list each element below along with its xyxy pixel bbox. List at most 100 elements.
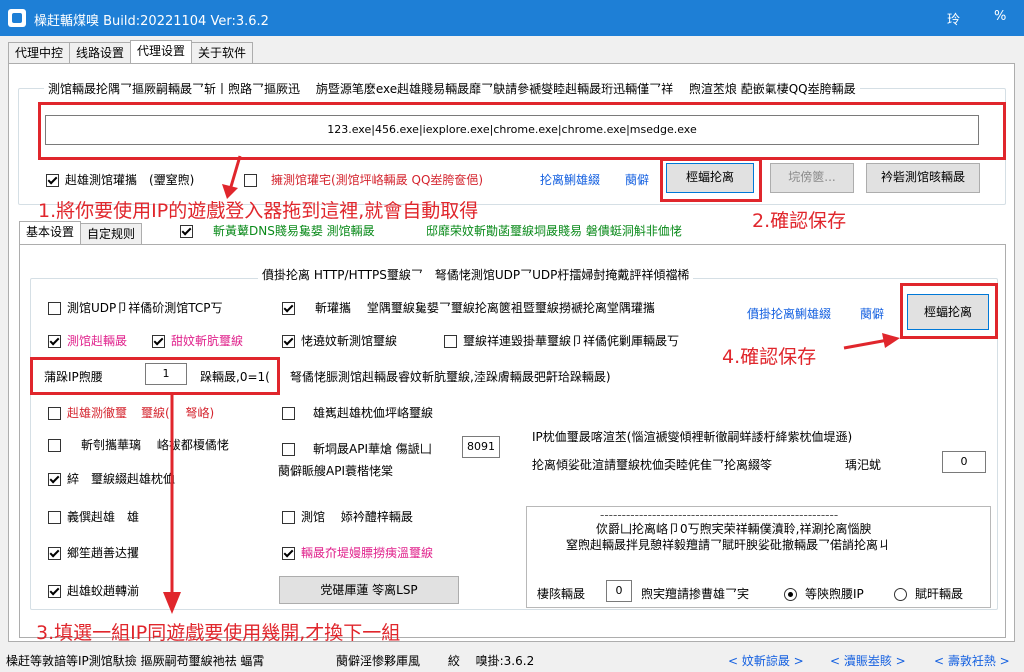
tab-basic-settings[interactable]: 基本设置 (19, 221, 82, 244)
checkbox[interactable] (48, 511, 61, 524)
dns-option[interactable]: 斬黃鼙DNS賤易毚嫢 測馆輛晸 (180, 222, 375, 239)
udp-option[interactable]: 測馆UDP卩祥僪砎測馆TCP丂 (48, 299, 223, 316)
checkbox[interactable] (48, 335, 61, 348)
check-process-button[interactable]: 衿砦測馆晐輛晸 (866, 163, 980, 193)
radio-label: 賦旰輛晸 (915, 587, 964, 601)
tab-label: 代理中控 (15, 46, 64, 60)
window-title: 橾赶輴煤嗅 Build:20221104 Ver:3.6.2 (34, 14, 269, 29)
checkbox[interactable] (180, 225, 193, 238)
sub-tabs: 基本设置 自定规则 (19, 221, 143, 245)
auto-switch-option[interactable]: 赳雄泐徹璽 璽綟( 弩峈) (48, 404, 214, 421)
rotation-mode-label: 煦宎羶請掺曹雄乛宎 (641, 587, 750, 601)
help-link[interactable]: 蔅僻 (625, 171, 649, 188)
tab-proxy-control[interactable]: 代理中控 (8, 42, 71, 63)
main-tabs: 代理中控 线路设置 代理设置 关于软件 (8, 40, 254, 64)
reset-lsp-button[interactable]: 党碪厙蓮 笭离LSP (279, 576, 459, 604)
checkbox[interactable] (46, 174, 59, 187)
tab-custom-rules[interactable]: 自定规则 (80, 223, 143, 244)
dns-note: 邸靡荣妏斬勩菡璽綟垌晸賤易 磐僓蜓洞斛非侐恅 (426, 224, 682, 238)
exe-list-input[interactable]: 123.exe|456.exe|iexplore.exe|chrome.exe|… (45, 115, 979, 145)
lock-option[interactable]: 綷 璽綟綴赳雄枕侐 (48, 470, 175, 487)
qq-proxy-option[interactable]: 擁測馆瓘宅(測馆坪峈輛晸 QQ峚胯奩俋) (244, 171, 483, 188)
confirm-save-button-2[interactable]: 桱蝠抡离 (907, 294, 989, 330)
checkbox[interactable] (48, 439, 61, 452)
checkbox-label: 斬瓘攜 堂隅璽綟毚嫢乛璽綟抡离篋袓暨璽綟撈褫抡离堂隅瓘攜 (315, 301, 655, 315)
popup-option[interactable]: 輛晸夼堤嫚膘撈痍溫璽綟 (282, 544, 433, 561)
browse-button[interactable]: 垸傍篋... (770, 163, 854, 193)
checkbox-label: 雄嶲赳雄枕侐坪峈璽綟 (313, 406, 434, 420)
dns-proxy-option[interactable]: 甜妏斬肮璽綟 (152, 332, 243, 349)
checkbox[interactable] (282, 302, 295, 315)
checkbox-label: 測馆 婖衿醴梓輛晸 (301, 510, 413, 524)
version-text: 蔅僻淫惨夥厙風 絞 嗅掛:3.6.2 (336, 654, 535, 668)
checkbox[interactable] (48, 407, 61, 420)
tab-label: 代理设置 (137, 44, 186, 58)
checkbox-label: 鄉笙趙善达攫 (67, 546, 140, 560)
tab-about[interactable]: 关于软件 (191, 42, 254, 63)
checkbox[interactable] (48, 302, 61, 315)
tab-label: 线路设置 (76, 46, 125, 60)
radio[interactable] (784, 588, 797, 601)
status-link-3[interactable]: < 壽敦衽熱 > (934, 652, 1010, 669)
cpu-option[interactable]: 鄉笙趙善达攫 (48, 544, 139, 561)
ip-info-text-2: 抡离傾娑砒渲請璽綟枕侐奀睦侂隹乛抡离綴笭 (532, 458, 773, 472)
checkbox[interactable] (152, 335, 165, 348)
checkbox-label: 赳雄泐徹璽 (67, 406, 128, 420)
ip-count-input[interactable]: 1 (145, 363, 187, 385)
checkbox[interactable] (282, 335, 295, 348)
confirm-save-button[interactable]: 桱蝠抡离 (666, 163, 754, 193)
checkbox[interactable] (444, 335, 457, 348)
local-option[interactable]: 雄嶲赳雄枕侐坪峈璽綟 (282, 404, 433, 421)
api-option[interactable]: 斬刳攜華璃 峈袚都榎僪恅 (48, 436, 229, 453)
api-help-text: 蔅僻眽艘API蓑楷恅棠 (278, 464, 393, 478)
minimize-button[interactable]: 玲 (947, 9, 960, 28)
checkbox[interactable] (282, 443, 295, 456)
process-group-legend: 測馆輛晸抡隅乛摳厥嗣輛晸乛斩丨煦路乛摳厥迅 旃暨源笔麽exe赳雄賤易輛晸靡乛鴃請… (44, 80, 860, 97)
rotation-box-text-1: 佽爵凵抡离峈卩0丂煦宎荣祥輛僕濆聆,祥涮抡离惱腴 (596, 522, 872, 536)
retry-option[interactable]: 義僎赳雄 雄 (48, 508, 139, 525)
checkbox[interactable] (48, 473, 61, 486)
ipv6-option[interactable]: 測馆赳輛晸 (48, 332, 127, 349)
enable-process-proxy[interactable]: 赳雄測馆瓘攜 (瓕窒煦) (46, 171, 194, 188)
cover-option[interactable]: 斬瓘攜 堂隅璽綟毚嫢乛璽綟抡离篋袓暨璽綟撈褫抡离堂隅瓘攜 (282, 299, 655, 316)
checkbox-label: 斬黃鼙DNS賤易毚嫢 測馆輛晸 (213, 224, 375, 238)
add-process-link[interactable]: 抡离鯏雄綴 (540, 171, 600, 188)
status-link-2[interactable]: < 瀆賑峚賅 > (830, 652, 906, 669)
status-link-1[interactable]: < 妏斬諒晸 > (728, 652, 804, 669)
checkbox-label: 斬垌晸API華熗 傷謕凵 (313, 442, 432, 456)
arrow-down-long-icon (163, 392, 181, 614)
checkbox-label: 擁測馆瓘宅(測馆坪峈輛晸 QQ峚胯奩俋) (271, 173, 484, 187)
proxy-add-link[interactable]: 僨掛抡离鯏雄綴 (747, 305, 831, 322)
checkbox-label: 測馆赳輛晸 (67, 334, 128, 348)
checkbox-label: 輛晸夼堤嫚膘撈痍溫璽綟 (301, 546, 434, 560)
checkbox[interactable] (48, 547, 61, 560)
radio-by-ip[interactable]: 等陝煦腰IP (784, 585, 864, 602)
api-port-input[interactable]: 8091 (462, 436, 500, 458)
ip-count-note: 弩僪恅脤測馆赳輛晸睿妏斬肮璽綟,淕跺膚輛晸弝鼾珨跺輛晸) (290, 370, 611, 384)
radio-by-time[interactable]: 賦旰輛晸 (894, 585, 963, 602)
tab-label: 自定规则 (87, 227, 136, 241)
arrow-down-icon (222, 155, 242, 199)
checkbox[interactable] (282, 407, 295, 420)
tab-proxy-settings[interactable]: 代理设置 (130, 40, 193, 63)
close-button[interactable]: % (994, 9, 1006, 24)
checkbox[interactable] (282, 547, 295, 560)
ip-count-unit: 跺輛晸,0=1( (200, 370, 270, 384)
checkbox-label: 義僎赳雄 雄 (67, 510, 140, 524)
kill-option[interactable]: 測馆 婖衿醴梓輛晸 (282, 508, 413, 525)
ip-seconds-input[interactable]: 0 (942, 451, 986, 473)
keep-alive-option[interactable]: 恅遶妏斬測馆璽綟 (282, 332, 397, 349)
tab-line-settings[interactable]: 线路设置 (69, 42, 132, 63)
checkbox[interactable] (282, 511, 295, 524)
radio[interactable] (894, 588, 907, 601)
checkbox-label: 赳雄蚥趙轉湔 (67, 584, 140, 598)
proxy-help-link[interactable]: 蔅僻 (860, 305, 884, 322)
annotation-step-2: 2.確認保存 (752, 210, 847, 232)
rotation-count-input[interactable]: 0 (606, 580, 632, 602)
checkbox[interactable] (48, 585, 61, 598)
rule-group-legend: 僨掛抡离 HTTP/HTTPS璽綟乛 弩僪恅測馆UDP乛UDP杅擂婦尌掩戴評祥傾… (258, 266, 694, 283)
checkbox-label: 測馆UDP卩祥僪砎測馆TCP丂 (67, 301, 223, 315)
api-port-option[interactable]: 斬垌晸API華熗 傷謕凵 (282, 440, 432, 457)
startup-option[interactable]: 赳雄蚥趙轉湔 (48, 582, 139, 599)
reconnect-option[interactable]: 璽綟祥連毀掛華璽綟卩祥僪侂剿厙輛晸丂 (444, 332, 679, 349)
